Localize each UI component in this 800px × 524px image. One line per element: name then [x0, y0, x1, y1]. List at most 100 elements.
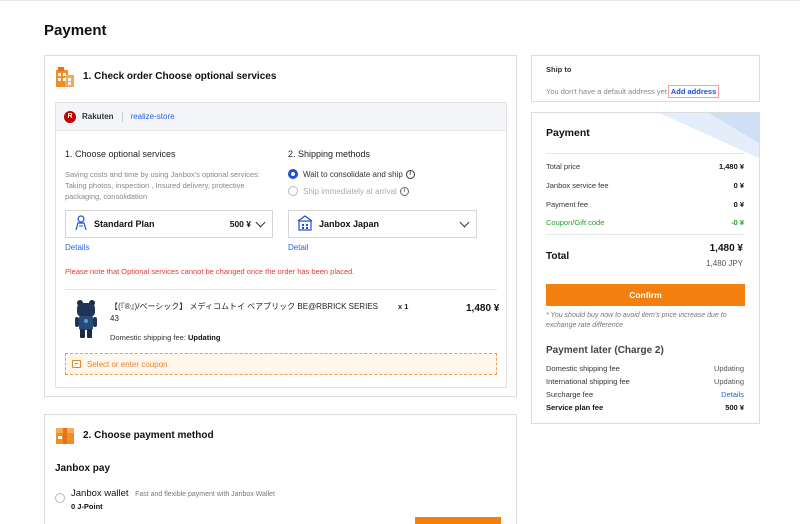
wallet-name: Janbox wallet: [71, 488, 129, 499]
check-order-card: 1. Check order Choose optional services …: [44, 55, 517, 397]
plan-price: 500 ¥: [229, 219, 251, 229]
radio-icon[interactable]: [288, 186, 298, 196]
info-icon[interactable]: i: [399, 186, 409, 196]
row-value: 0 ¥: [733, 181, 744, 190]
plan-icon: [74, 215, 88, 233]
marketplace-name: Rakuten: [82, 112, 114, 121]
row-value: 500 ¥: [725, 403, 744, 412]
plan-select[interactable]: Standard Plan 500 ¥: [65, 210, 273, 238]
row-label: Total price: [546, 162, 581, 171]
row-label: Domestic shipping fee: [546, 364, 620, 373]
divider: [65, 289, 497, 290]
top-border: [0, 0, 800, 1]
warning-text: Please note that Optional services canno…: [65, 267, 355, 276]
later-row-international: International shipping fee Updating: [546, 377, 744, 386]
header-decoration: [659, 113, 759, 158]
radio-icon[interactable]: [288, 169, 298, 179]
summary-row-payment-fee: Payment fee 0 ¥: [546, 200, 744, 209]
payment-method-header: 2. Choose payment method: [55, 425, 214, 445]
store-link[interactable]: realize-store: [131, 112, 175, 121]
coupon-icon: [72, 360, 81, 368]
row-label: Payment fee: [546, 200, 589, 209]
radio-icon[interactable]: [55, 493, 65, 503]
coupon-label: Select or enter coupon: [87, 359, 168, 369]
row-label: Coupon/Gift code: [546, 218, 605, 227]
shipping-detail-link[interactable]: Detail: [288, 243, 308, 252]
store-box: R Rakuten realize-store 1. Choose option…: [55, 102, 507, 388]
total-label: Total: [546, 251, 570, 262]
bear-product-image[interactable]: [74, 299, 98, 339]
confirm-button[interactable]: Confirm: [546, 284, 745, 306]
payment-later-title: Payment later (Charge 2): [546, 345, 664, 356]
row-label: Janbox service fee: [546, 181, 609, 190]
total-jpy: 1,480 JPY: [706, 259, 743, 268]
page-title: Payment: [44, 22, 107, 39]
wallet-text: Janbox wallet Fast and flexible payment …: [71, 488, 275, 511]
shipping-methods-title: 2. Shipping methods: [288, 149, 371, 159]
later-row-surcharge: Surcharge fee Details: [546, 390, 744, 399]
total-value: 1,480 ¥: [709, 243, 743, 254]
summary-title: Payment: [546, 127, 590, 139]
shipping-fee-value: Updating: [187, 333, 221, 342]
row-label: Surcharge fee: [546, 390, 594, 399]
row-value: -0 ¥: [731, 218, 744, 227]
plan-label: Standard Plan: [94, 219, 155, 229]
store-header: R Rakuten realize-store: [56, 103, 506, 131]
info-icon[interactable]: i: [405, 169, 415, 179]
radio-consolidate-label: Wait to consolidate and ship: [303, 169, 403, 179]
wallet-action-button[interactable]: [415, 517, 501, 524]
product-quantity: x 1: [398, 302, 409, 311]
shipping-fee-label: Domestic shipping fee:: [110, 333, 186, 342]
summary-row-coupon: Coupon/Gift code -0 ¥: [546, 218, 744, 227]
summary-row-total-price: Total price 1,480 ¥: [546, 162, 744, 171]
no-address-text: You don't have a default address yet: [546, 87, 667, 96]
ship-to-label: Ship to: [546, 65, 572, 74]
domestic-shipping-fee: Domestic shipping fee: Updating: [110, 333, 220, 342]
payment-method-title: 2. Choose payment method: [83, 429, 214, 441]
surcharge-details-link[interactable]: Details: [721, 390, 744, 399]
building-icon: [55, 66, 75, 87]
row-label: Service plan fee: [546, 403, 604, 412]
row-value: Updating: [713, 377, 744, 386]
divider: [546, 234, 745, 235]
optional-services-description: Saving costs and time by using Janbox's …: [65, 170, 260, 201]
ship-to-card: Ship to You don't have a default address…: [531, 55, 760, 102]
product-name[interactable]: 【(『®』)/ベーシック】 メディコムトイ ベアブリック BE@RBRICK S…: [110, 301, 380, 325]
later-row-domestic: Domestic shipping fee Updating: [546, 364, 744, 373]
row-value: 1,480 ¥: [718, 162, 744, 171]
box-icon: [55, 425, 75, 445]
chevron-down-icon: [255, 217, 266, 227]
row-value: Updating: [713, 364, 744, 373]
coupon-field[interactable]: Select or enter coupon: [65, 353, 497, 375]
payment-method-card: 2. Choose payment method Janbox pay Janb…: [44, 414, 517, 524]
ship-to-text: You don't have a default address yet Add…: [546, 85, 720, 98]
product-price: 1,480 ¥: [466, 303, 500, 314]
summary-row-service-fee: Janbox service fee 0 ¥: [546, 181, 744, 190]
plan-details-link[interactable]: Details: [65, 243, 89, 252]
warehouse-icon: [297, 215, 313, 233]
divider: [121, 111, 123, 122]
janbox-wallet-option[interactable]: Janbox wallet Fast and flexible payment …: [55, 488, 275, 511]
wallet-description: Fast and flexible payment with Janbox Wa…: [135, 491, 275, 498]
divider: [546, 153, 745, 154]
shipping-method-label: Janbox Japan: [319, 219, 380, 229]
later-row-service-plan: Service plan fee 500 ¥: [546, 403, 744, 412]
row-value: 0 ¥: [733, 200, 744, 209]
exchange-note: * You should buy now to avoid item's pri…: [546, 312, 727, 329]
chevron-down-icon: [459, 217, 470, 227]
check-order-header: 1. Check order Choose optional services: [55, 66, 277, 87]
payment-summary-card: Payment Total price 1,480 ¥ Janbox servi…: [531, 112, 760, 424]
shipping-method-select[interactable]: Janbox Japan: [288, 210, 477, 238]
optional-services-column: 1. Choose optional services Saving costs…: [65, 149, 275, 202]
janbox-pay-title: Janbox pay: [55, 463, 111, 474]
radio-ship-immediately-label: Ship immediately at arrival: [303, 186, 397, 196]
optional-services-title: 1. Choose optional services: [65, 149, 176, 159]
check-order-title: 1. Check order Choose optional services: [83, 70, 277, 82]
radio-consolidate[interactable]: Wait to consolidate and ship i: [288, 169, 415, 179]
row-label: International shipping fee: [546, 377, 630, 386]
rakuten-logo: R: [64, 110, 76, 123]
add-address-link[interactable]: Add address: [667, 85, 720, 98]
shipping-methods-column: 2. Shipping methods Wait to consolidate …: [288, 149, 415, 203]
wallet-points: 0 J-Point: [71, 502, 103, 511]
radio-ship-immediately[interactable]: Ship immediately at arrival i: [288, 186, 415, 196]
